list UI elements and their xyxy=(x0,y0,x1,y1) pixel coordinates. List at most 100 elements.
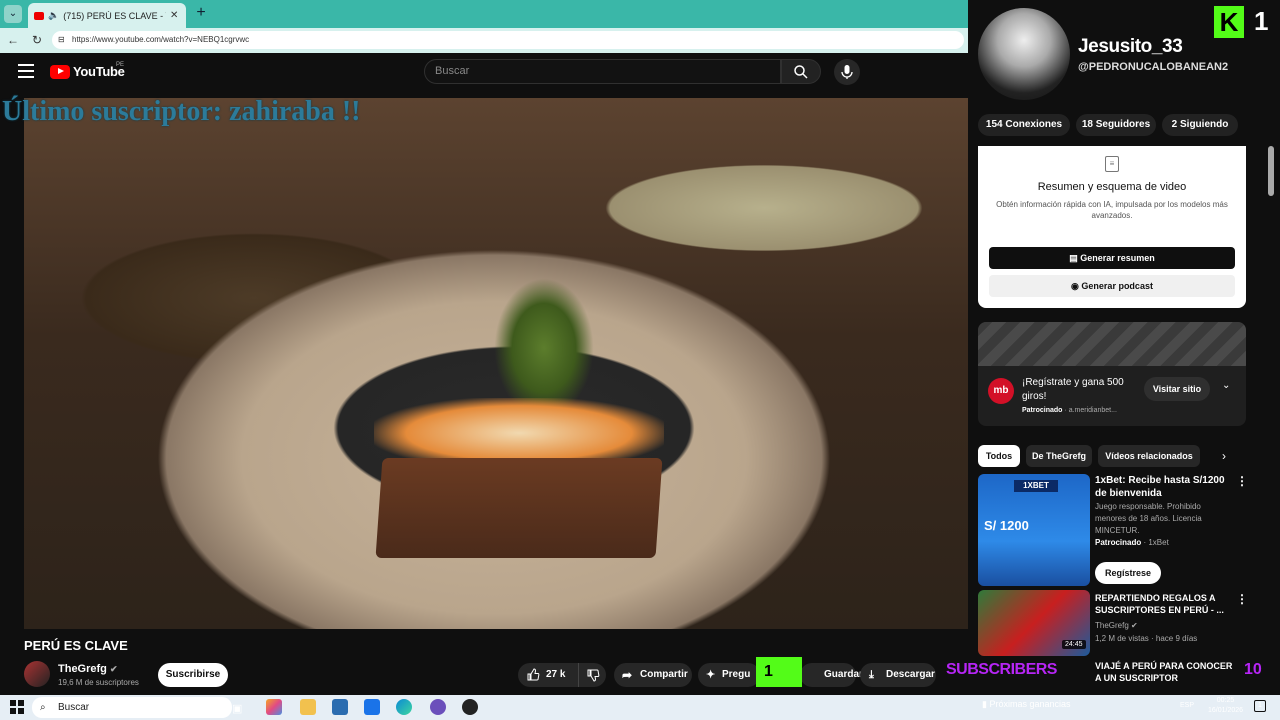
document-icon: ≡ xyxy=(1105,156,1119,172)
share-icon: ➦ xyxy=(622,668,633,682)
rec-description: Juego responsable. Prohibido menores de … xyxy=(1095,502,1202,535)
generate-podcast-label: Generar podcast xyxy=(1081,281,1153,291)
dislike-button[interactable] xyxy=(578,663,606,687)
chip-from-channel[interactable]: De TheGrefg xyxy=(1026,445,1092,467)
sparkle-icon: ✦ xyxy=(706,669,716,681)
taskbar-widget-label: Próximas ganancias xyxy=(989,699,1071,709)
voice-search-button[interactable] xyxy=(834,59,860,85)
rec-title[interactable]: VIAJÉ A PERÚ PARA CONOCER A UN SUSCRIPTO… xyxy=(1095,660,1233,684)
verified-icon: ✔ xyxy=(109,664,118,674)
obs-icon[interactable] xyxy=(462,699,478,715)
edge-icon[interactable] xyxy=(396,699,412,715)
video-frame-herb xyxy=(494,278,594,418)
file-explorer-icon[interactable] xyxy=(300,699,316,715)
save-button[interactable]: Guardar xyxy=(800,663,863,687)
download-icon: ⤓ xyxy=(869,669,874,681)
ad-domain: a.meridianbet... xyxy=(1068,407,1117,414)
thumb-amount: S/ 1200 xyxy=(984,518,1029,533)
subscribe-button[interactable]: Suscribirse xyxy=(158,663,228,687)
profile-avatar xyxy=(978,8,1070,100)
clock-time: 00:25 xyxy=(1216,697,1235,704)
summary-button-icon: ▤ xyxy=(1069,253,1078,263)
discord-icon[interactable] xyxy=(430,699,446,715)
site-info-icon[interactable]: ⊟ xyxy=(58,31,65,49)
chart-icon: ▮ xyxy=(982,699,987,709)
save-label: Guardar xyxy=(824,669,863,680)
generate-summary-button[interactable]: ▤ Generar resumen xyxy=(989,247,1235,269)
browser-tab-active[interactable]: 🔈 (715) PERÚ ES CLAVE - YouTub ✕ xyxy=(28,3,186,28)
youtube-play-icon xyxy=(50,64,70,79)
search-button[interactable] xyxy=(781,59,821,84)
back-arrow-icon[interactable]: ← xyxy=(4,31,22,49)
task-view-icon[interactable]: ▣ xyxy=(232,699,248,715)
channel-name[interactable]: TheGrefg ✔ xyxy=(58,663,118,675)
subscribers-overlay-count: 10 xyxy=(1244,661,1262,678)
url-input[interactable]: ⊟ https://www.youtube.com/watch?v=NEBQ1c… xyxy=(52,31,964,49)
video-player[interactable] xyxy=(24,98,968,629)
chip-all[interactable]: Todos xyxy=(978,445,1020,467)
tab-list-button[interactable]: ⌄ xyxy=(4,5,22,23)
kick-counter-overlay: 1 xyxy=(756,657,802,687)
stat-followers: 18 Seguidores xyxy=(1076,114,1156,136)
rec-advertiser: 1xBet xyxy=(1148,538,1169,547)
verified-icon: ✔ xyxy=(1131,621,1138,630)
thumbs-down-icon xyxy=(587,669,600,682)
rec-thumbnail[interactable]: 1XBET S/ 1200 xyxy=(978,474,1090,586)
rec-title[interactable]: 1xBet: Recibe hasta S/1200 de bienvenida xyxy=(1095,474,1229,500)
windows-start-icon[interactable] xyxy=(10,700,24,714)
ask-button[interactable]: ✦ Pregu xyxy=(698,663,760,687)
chip-related[interactable]: Vídeos relacionados xyxy=(1098,445,1200,467)
youtube-favicon-icon xyxy=(34,11,44,20)
rec-sponsored-line: Patrocinado · 1xBet xyxy=(1095,538,1169,547)
ad-logo: mb xyxy=(988,378,1014,404)
channel-subscribers: 19,6 M de suscriptores xyxy=(58,678,139,687)
rec-channel[interactable]: TheGrefg ✔ xyxy=(1095,621,1138,630)
register-button[interactable]: Regístrese xyxy=(1095,562,1161,584)
rec-title[interactable]: REPARTIENDO REGALOS A SUSCRIPTORES EN PE… xyxy=(1095,592,1225,616)
channel-name-text: TheGrefg xyxy=(58,663,107,675)
clock-date: 16/01/2026 xyxy=(1208,707,1244,714)
microphone-icon xyxy=(841,65,853,79)
reload-icon[interactable]: ↻ xyxy=(28,31,46,49)
taskbar-widget[interactable]: ▮ Próximas ganancias xyxy=(982,699,1071,710)
visit-site-button[interactable]: Visitar sitio xyxy=(1144,377,1210,401)
notification-icon[interactable]: 1 xyxy=(1254,700,1266,712)
channel-avatar[interactable] xyxy=(24,661,50,687)
ask-label: Pregu xyxy=(722,669,751,680)
search-icon xyxy=(794,65,808,79)
tab-close-icon[interactable]: ✕ xyxy=(170,10,180,21)
profile-handle: @PEDRONUCALOBANEAN2 xyxy=(1078,61,1229,73)
rec-channel-name: TheGrefg xyxy=(1095,621,1129,630)
summary-title: Resumen y esquema de video xyxy=(1037,181,1187,193)
url-text: https://www.youtube.com/watch?v=NEBQ1cgr… xyxy=(72,35,250,44)
hamburger-menu-icon[interactable] xyxy=(18,64,34,78)
new-tab-button[interactable]: + xyxy=(192,4,210,22)
copilot-icon[interactable] xyxy=(266,699,282,715)
download-button[interactable]: ⤓ Descargar xyxy=(860,663,936,687)
scrollbar[interactable] xyxy=(1268,146,1274,196)
search-input[interactable]: Buscar xyxy=(424,59,781,84)
speaker-icon: 🔈 xyxy=(48,10,60,20)
ad-sponsored-label: Patrocinado xyxy=(1022,407,1063,414)
more-options-icon[interactable]: ⋮ xyxy=(1236,474,1248,488)
share-button[interactable]: ➦ Compartir xyxy=(614,663,692,687)
chevron-right-icon[interactable]: › xyxy=(1222,449,1226,463)
country-code: PE xyxy=(116,62,125,68)
ad-card[interactable]: mb ¡Regístrate y gana 500 giros! Patroci… xyxy=(978,322,1246,426)
rec-sponsored-label: Patrocinado xyxy=(1095,538,1142,547)
generate-podcast-button[interactable]: ◉ Generar podcast xyxy=(989,275,1235,297)
taskbar-search[interactable]: ⌕ Buscar xyxy=(32,697,232,718)
chevron-down-icon[interactable]: ⌄ xyxy=(1222,380,1230,391)
like-button[interactable]: 27 k xyxy=(518,663,578,687)
podcast-icon: ◉ xyxy=(1071,281,1079,291)
store-icon[interactable] xyxy=(332,699,348,715)
input-language[interactable]: ESP xyxy=(1180,702,1194,709)
like-count: 27 k xyxy=(546,669,566,680)
clock[interactable]: 00:25 16/01/2026 xyxy=(1208,696,1243,716)
more-options-icon[interactable]: ⋮ xyxy=(1236,592,1248,606)
stat-following: 2 Siguiendo xyxy=(1162,114,1238,136)
mail-icon[interactable] xyxy=(364,699,380,715)
kick-count: 1 xyxy=(1254,6,1269,36)
video-frame-dish xyxy=(375,458,663,558)
youtube-logo[interactable]: YouTube xyxy=(50,64,125,79)
